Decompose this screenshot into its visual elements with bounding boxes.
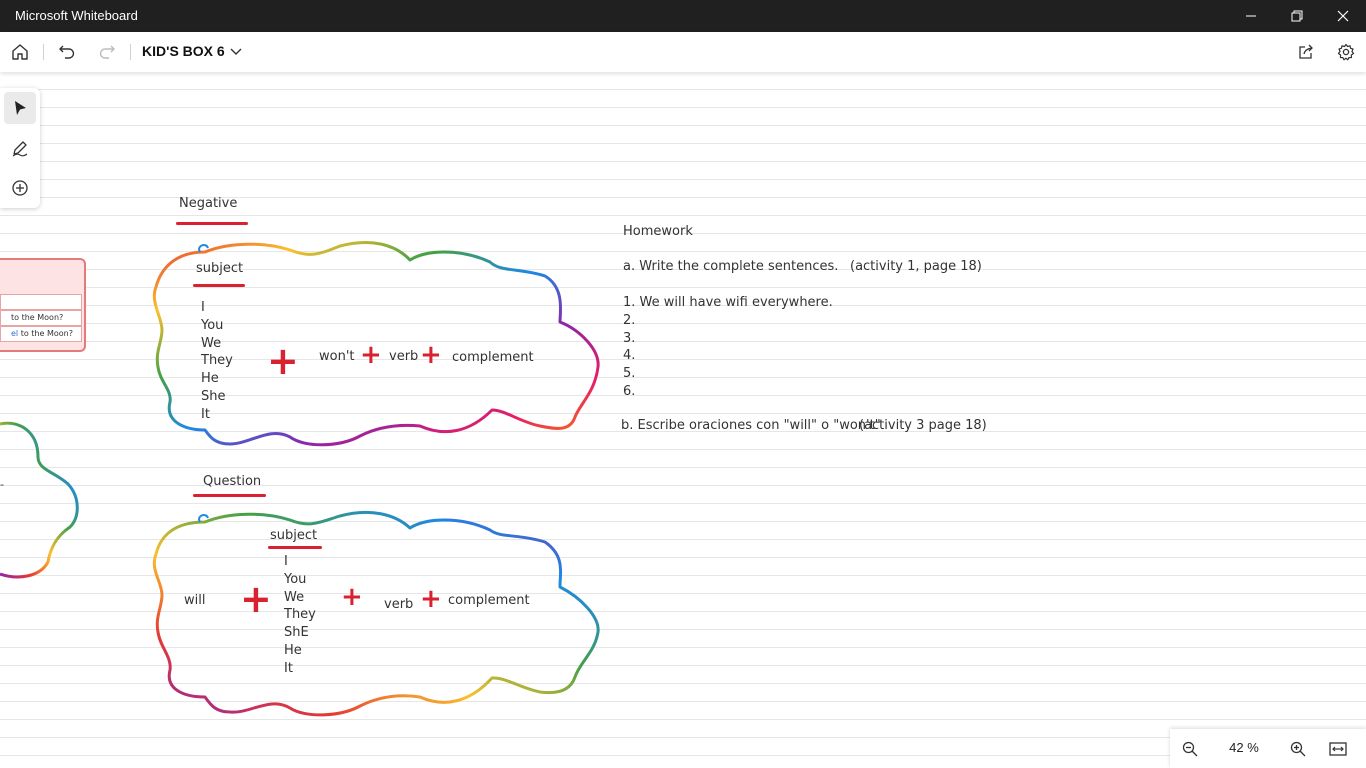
negative-heading: Negative bbox=[179, 196, 238, 211]
close-icon bbox=[1337, 10, 1349, 22]
pen-icon bbox=[12, 141, 28, 157]
minimize-button[interactable] bbox=[1228, 0, 1274, 32]
pen-tool-button[interactable] bbox=[4, 132, 36, 164]
stray-mark: - bbox=[0, 478, 4, 491]
fit-screen-icon bbox=[1329, 742, 1347, 756]
question-heading-underline bbox=[193, 494, 266, 497]
question-subject-list: I You We They ShE He It bbox=[284, 553, 316, 678]
homework-item: 4. bbox=[623, 348, 636, 364]
zoom-out-button[interactable] bbox=[1178, 737, 1202, 761]
subject-item: They bbox=[201, 353, 233, 369]
share-icon bbox=[1299, 44, 1313, 59]
subject-item: We bbox=[284, 589, 305, 605]
whiteboard-canvas[interactable]: to the Moon? el to the Moon? Negative su… bbox=[0, 72, 1366, 768]
plus-sign: + bbox=[341, 582, 363, 612]
homework-item: 1. We will have wifi everywhere. bbox=[623, 295, 833, 310]
redo-button[interactable] bbox=[95, 40, 119, 64]
question-subject-label: subject bbox=[270, 528, 318, 543]
homework-task-b: b. Escribe oraciones con "will" o "won't… bbox=[621, 418, 881, 433]
window-title: Microsoft Whiteboard bbox=[15, 8, 138, 23]
subject-item: You bbox=[284, 571, 307, 587]
homework-heading: Homework bbox=[623, 224, 693, 239]
homework-item: 2. bbox=[623, 312, 636, 328]
zoom-controls: 42 % bbox=[1170, 729, 1366, 768]
plus-sign: + bbox=[240, 577, 272, 621]
home-button[interactable] bbox=[8, 40, 32, 64]
add-icon bbox=[12, 180, 28, 196]
minimize-icon bbox=[1246, 15, 1256, 17]
subject-item: I bbox=[201, 300, 205, 315]
homework-item: 5. bbox=[623, 366, 636, 382]
undo-icon bbox=[59, 45, 75, 59]
restore-icon bbox=[1291, 10, 1303, 22]
negative-complement: complement bbox=[452, 350, 534, 365]
redo-icon bbox=[99, 45, 115, 59]
zoom-level[interactable]: 42 % bbox=[1226, 740, 1262, 755]
toolbar-divider bbox=[43, 44, 44, 60]
subject-item: He bbox=[284, 642, 302, 658]
select-tool-button[interactable] bbox=[4, 92, 36, 124]
subject-item: We bbox=[201, 335, 222, 351]
question-will: will bbox=[184, 593, 206, 608]
zoom-in-button[interactable] bbox=[1286, 737, 1310, 761]
homework-item: 6. bbox=[623, 383, 636, 399]
homework-item: 3. bbox=[623, 330, 636, 346]
zoom-out-icon bbox=[1182, 741, 1198, 757]
app-toolbar: KID'S BOX 6 bbox=[0, 32, 1366, 72]
settings-button[interactable] bbox=[1334, 40, 1358, 64]
negative-wont: won't bbox=[319, 349, 355, 364]
subject-item: ShE bbox=[284, 625, 309, 641]
homework-task-b-ref: (activity 3 page 18) bbox=[859, 418, 987, 433]
select-arrow-icon bbox=[15, 101, 26, 115]
subject-item: They bbox=[284, 607, 316, 623]
add-button[interactable] bbox=[4, 172, 36, 204]
subject-item: It bbox=[284, 660, 293, 676]
share-button[interactable] bbox=[1294, 40, 1318, 64]
subject-item: He bbox=[201, 371, 219, 387]
plus-sign: + bbox=[420, 340, 442, 370]
board-name[interactable]: KID'S BOX 6 bbox=[142, 43, 225, 59]
subject-item: It bbox=[201, 406, 210, 422]
plus-sign: + bbox=[360, 340, 382, 370]
cloud-outline-question bbox=[152, 510, 600, 717]
negative-verb: verb bbox=[389, 349, 419, 364]
negative-heading-underline bbox=[176, 222, 248, 225]
zoom-in-icon bbox=[1290, 741, 1306, 757]
close-button[interactable] bbox=[1320, 0, 1366, 32]
board-menu-button[interactable] bbox=[224, 40, 248, 64]
plus-sign: + bbox=[267, 339, 299, 383]
negative-subject-list: I You We They He She It bbox=[201, 299, 233, 424]
tool-panel bbox=[0, 88, 40, 208]
question-heading: Question bbox=[203, 474, 262, 489]
home-icon bbox=[12, 44, 28, 60]
cloud-outline-partial bbox=[0, 421, 79, 579]
homework-task-a-ref: (activity 1, page 18) bbox=[850, 259, 982, 274]
subject-item: I bbox=[284, 554, 288, 569]
negative-subject-label: subject bbox=[196, 261, 244, 276]
question-subject-underline bbox=[268, 546, 322, 549]
homework-items: 1. We will have wifi everywhere. 2. 3. 4… bbox=[623, 294, 833, 401]
question-complement: complement bbox=[448, 593, 530, 608]
fit-to-screen-button[interactable] bbox=[1326, 737, 1350, 761]
restore-button[interactable] bbox=[1274, 0, 1320, 32]
title-bar: Microsoft Whiteboard bbox=[0, 0, 1366, 32]
gear-icon bbox=[1337, 43, 1355, 61]
subject-item: She bbox=[201, 388, 226, 404]
toolbar-divider bbox=[130, 44, 131, 60]
negative-subject-underline bbox=[193, 284, 245, 287]
plus-sign: + bbox=[420, 584, 442, 614]
question-verb: verb bbox=[384, 597, 414, 612]
subject-item: You bbox=[201, 317, 224, 333]
homework-task-a: a. Write the complete sentences. bbox=[623, 259, 839, 274]
chevron-down-icon bbox=[230, 48, 242, 55]
undo-button[interactable] bbox=[55, 40, 79, 64]
